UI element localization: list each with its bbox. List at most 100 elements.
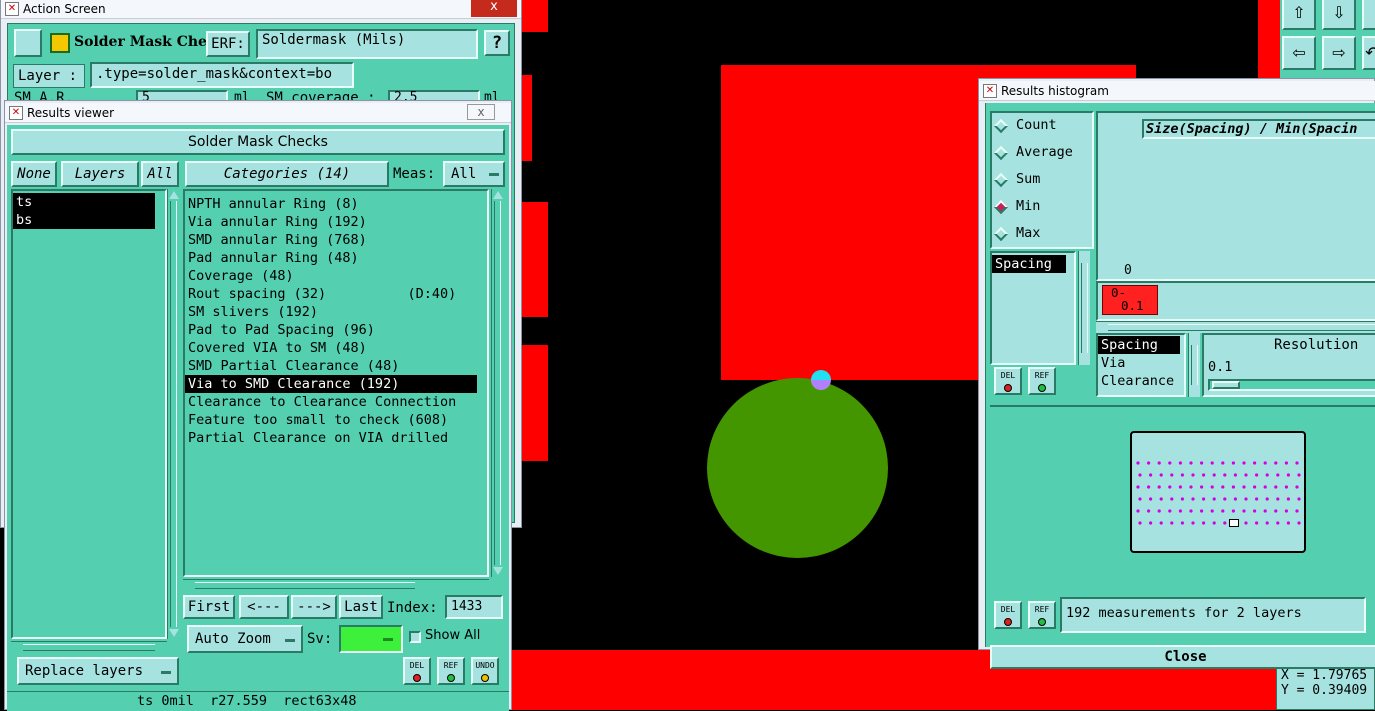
histogram-bin[interactable]: 0- 0.1 xyxy=(1102,285,1158,315)
category-item[interactable]: Covered VIA to SM (48) xyxy=(185,339,487,357)
radio-icon[interactable] xyxy=(993,118,1009,134)
hist-del-button[interactable]: DEL xyxy=(994,367,1022,395)
measurement-marker[interactable] xyxy=(811,370,831,390)
footer-del-button[interactable]: DEL xyxy=(994,601,1022,629)
all-layers-button[interactable]: All xyxy=(141,161,179,187)
undo-button[interactable]: UNDO xyxy=(471,657,499,685)
categories-button[interactable]: Categories (14) xyxy=(185,161,389,187)
categories-scroll-up-icon[interactable] xyxy=(493,191,503,199)
resolution-slider[interactable] xyxy=(1208,379,1375,391)
category-item[interactable]: Pad annular Ring (48) xyxy=(185,249,487,267)
layers-hscroll[interactable] xyxy=(11,641,167,653)
measurement-dot xyxy=(1178,509,1182,513)
mode-option[interactable]: Sum xyxy=(992,167,1092,194)
show-all-checkbox[interactable] xyxy=(409,631,421,643)
category-item-spacing[interactable]: Spacing xyxy=(1098,336,1180,354)
toolbar-down-icon[interactable]: ⇩ xyxy=(1322,0,1356,30)
footer-ref-button[interactable]: REF xyxy=(1028,601,1056,629)
viewer-close-button[interactable]: x xyxy=(467,104,495,120)
category-item[interactable]: SMD Partial Clearance (48) xyxy=(185,357,487,375)
category-item[interactable]: Pad to Pad Spacing (96) xyxy=(185,321,487,339)
measurement-dot xyxy=(1295,509,1299,513)
replace-layers-select[interactable]: Replace layers xyxy=(17,657,179,685)
category-list[interactable]: Spacing Via Clearance xyxy=(1096,333,1186,397)
histogram-chart[interactable]: Size(Spacing) / Min(Spacin 0 xyxy=(1096,111,1375,281)
mode-option[interactable]: Average xyxy=(992,140,1092,167)
help-button[interactable]: ? xyxy=(484,30,510,56)
resolution-slider-thumb[interactable] xyxy=(1212,381,1240,389)
radio-icon[interactable] xyxy=(993,145,1009,161)
measurement-dot xyxy=(1200,485,1204,489)
layers-vscroll[interactable] xyxy=(167,189,179,639)
meas-select[interactable]: All xyxy=(443,161,505,187)
toolbar-partial-icon[interactable] xyxy=(1362,0,1375,30)
category-item[interactable]: Clearance to Clearance Connection xyxy=(185,393,487,411)
radio-icon[interactable] xyxy=(993,226,1009,242)
axis-zero-label: 0 xyxy=(1124,263,1132,278)
first-button[interactable]: First xyxy=(183,595,235,619)
hist-ref-button[interactable]: REF xyxy=(1028,367,1056,395)
toolbar-up-icon[interactable]: ⇧ xyxy=(1282,0,1316,30)
mode-option[interactable]: Count xyxy=(992,113,1092,140)
show-all-label: Show All xyxy=(425,628,481,643)
last-button[interactable]: Last xyxy=(339,595,383,619)
layers-button[interactable]: Layers xyxy=(61,161,139,187)
toolbar-right-icon[interactable]: ⇨ xyxy=(1322,36,1356,70)
categories-scroll-down-icon[interactable] xyxy=(493,567,503,575)
measurement-dot xyxy=(1200,461,1204,465)
mode-option[interactable]: Max xyxy=(992,221,1092,248)
toolbar-undo-icon[interactable]: ↶ xyxy=(1362,36,1375,70)
category-item[interactable]: Via annular Ring (192) xyxy=(185,213,487,231)
radio-icon[interactable] xyxy=(993,199,1009,215)
measurement-dot xyxy=(1191,497,1195,501)
categories-vscroll[interactable] xyxy=(491,189,503,577)
category-item[interactable]: Coverage (48) xyxy=(185,267,487,285)
layers-scroll-up-icon[interactable] xyxy=(169,191,179,199)
toolbar-left-icon[interactable]: ⇦ xyxy=(1282,36,1316,70)
action-close-button[interactable]: x xyxy=(471,0,517,17)
next-button[interactable]: ---> xyxy=(291,595,337,619)
sv-color-select[interactable] xyxy=(339,625,403,653)
mode-option[interactable]: Min xyxy=(992,194,1092,221)
erf-value-field[interactable]: Soldermask (Mils) xyxy=(256,29,478,59)
index-field[interactable]: 1433 xyxy=(445,595,503,619)
mode-list: Count Average Sum Min Max xyxy=(992,113,1092,248)
ref-button[interactable]: REF xyxy=(437,657,465,685)
board-preview[interactable] xyxy=(1130,431,1306,553)
categories-hscroll-thumb[interactable] xyxy=(195,582,415,589)
category-item-clearance[interactable]: Clearance xyxy=(1098,372,1184,390)
field-vscroll[interactable] xyxy=(1078,251,1090,365)
category-item[interactable]: NPTH annular Ring (8) xyxy=(185,195,487,213)
category-item[interactable]: Rout spacing (32) (D:40) xyxy=(185,285,487,303)
preview-panel xyxy=(990,405,1375,571)
category-item[interactable]: Feature too small to check (608) xyxy=(185,411,487,429)
bin-hscroll[interactable] xyxy=(1096,321,1375,333)
category-item[interactable]: Partial Clearance on VIA drilled xyxy=(185,429,487,447)
bin-hscroll-thumb[interactable] xyxy=(1108,324,1375,331)
mode-label: Max xyxy=(1016,225,1041,241)
radio-icon[interactable] xyxy=(993,172,1009,188)
layer-item-bs[interactable]: bs xyxy=(13,211,155,229)
categories-list[interactable]: NPTH annular Ring (8) Via annular Ring (1… xyxy=(183,189,489,577)
auto-zoom-select[interactable]: Auto Zoom xyxy=(187,625,303,653)
layer-value-field[interactable]: .type=solder_mask&context=bo xyxy=(90,62,354,88)
layer-item-ts[interactable]: ts xyxy=(13,193,155,211)
category-item-via[interactable]: Via xyxy=(1098,354,1184,372)
category-item[interactable]: SMD annular Ring (768) xyxy=(185,231,487,249)
layers-hscroll-thumb[interactable] xyxy=(23,644,155,651)
del-button[interactable]: DEL xyxy=(403,657,431,685)
field-item-spacing[interactable]: Spacing xyxy=(992,255,1066,273)
category-item[interactable]: SM slivers (192) xyxy=(185,303,487,321)
prev-button[interactable]: <--- xyxy=(239,595,289,619)
category-item[interactable]: Via to SMD Clearance (192) xyxy=(185,375,477,393)
via-circle xyxy=(707,378,888,558)
layers-scroll-down-icon[interactable] xyxy=(169,629,179,637)
action-list-icon[interactable] xyxy=(14,29,42,57)
category-vscroll[interactable] xyxy=(1188,333,1200,397)
histogram-close-button[interactable]: Close xyxy=(990,645,1375,669)
categories-hscroll[interactable] xyxy=(183,579,489,591)
erf-button[interactable]: ERF: xyxy=(206,31,250,57)
none-button[interactable]: None xyxy=(11,161,57,187)
field-list[interactable]: Spacing xyxy=(990,251,1076,365)
layers-list[interactable]: ts bs xyxy=(11,189,167,639)
